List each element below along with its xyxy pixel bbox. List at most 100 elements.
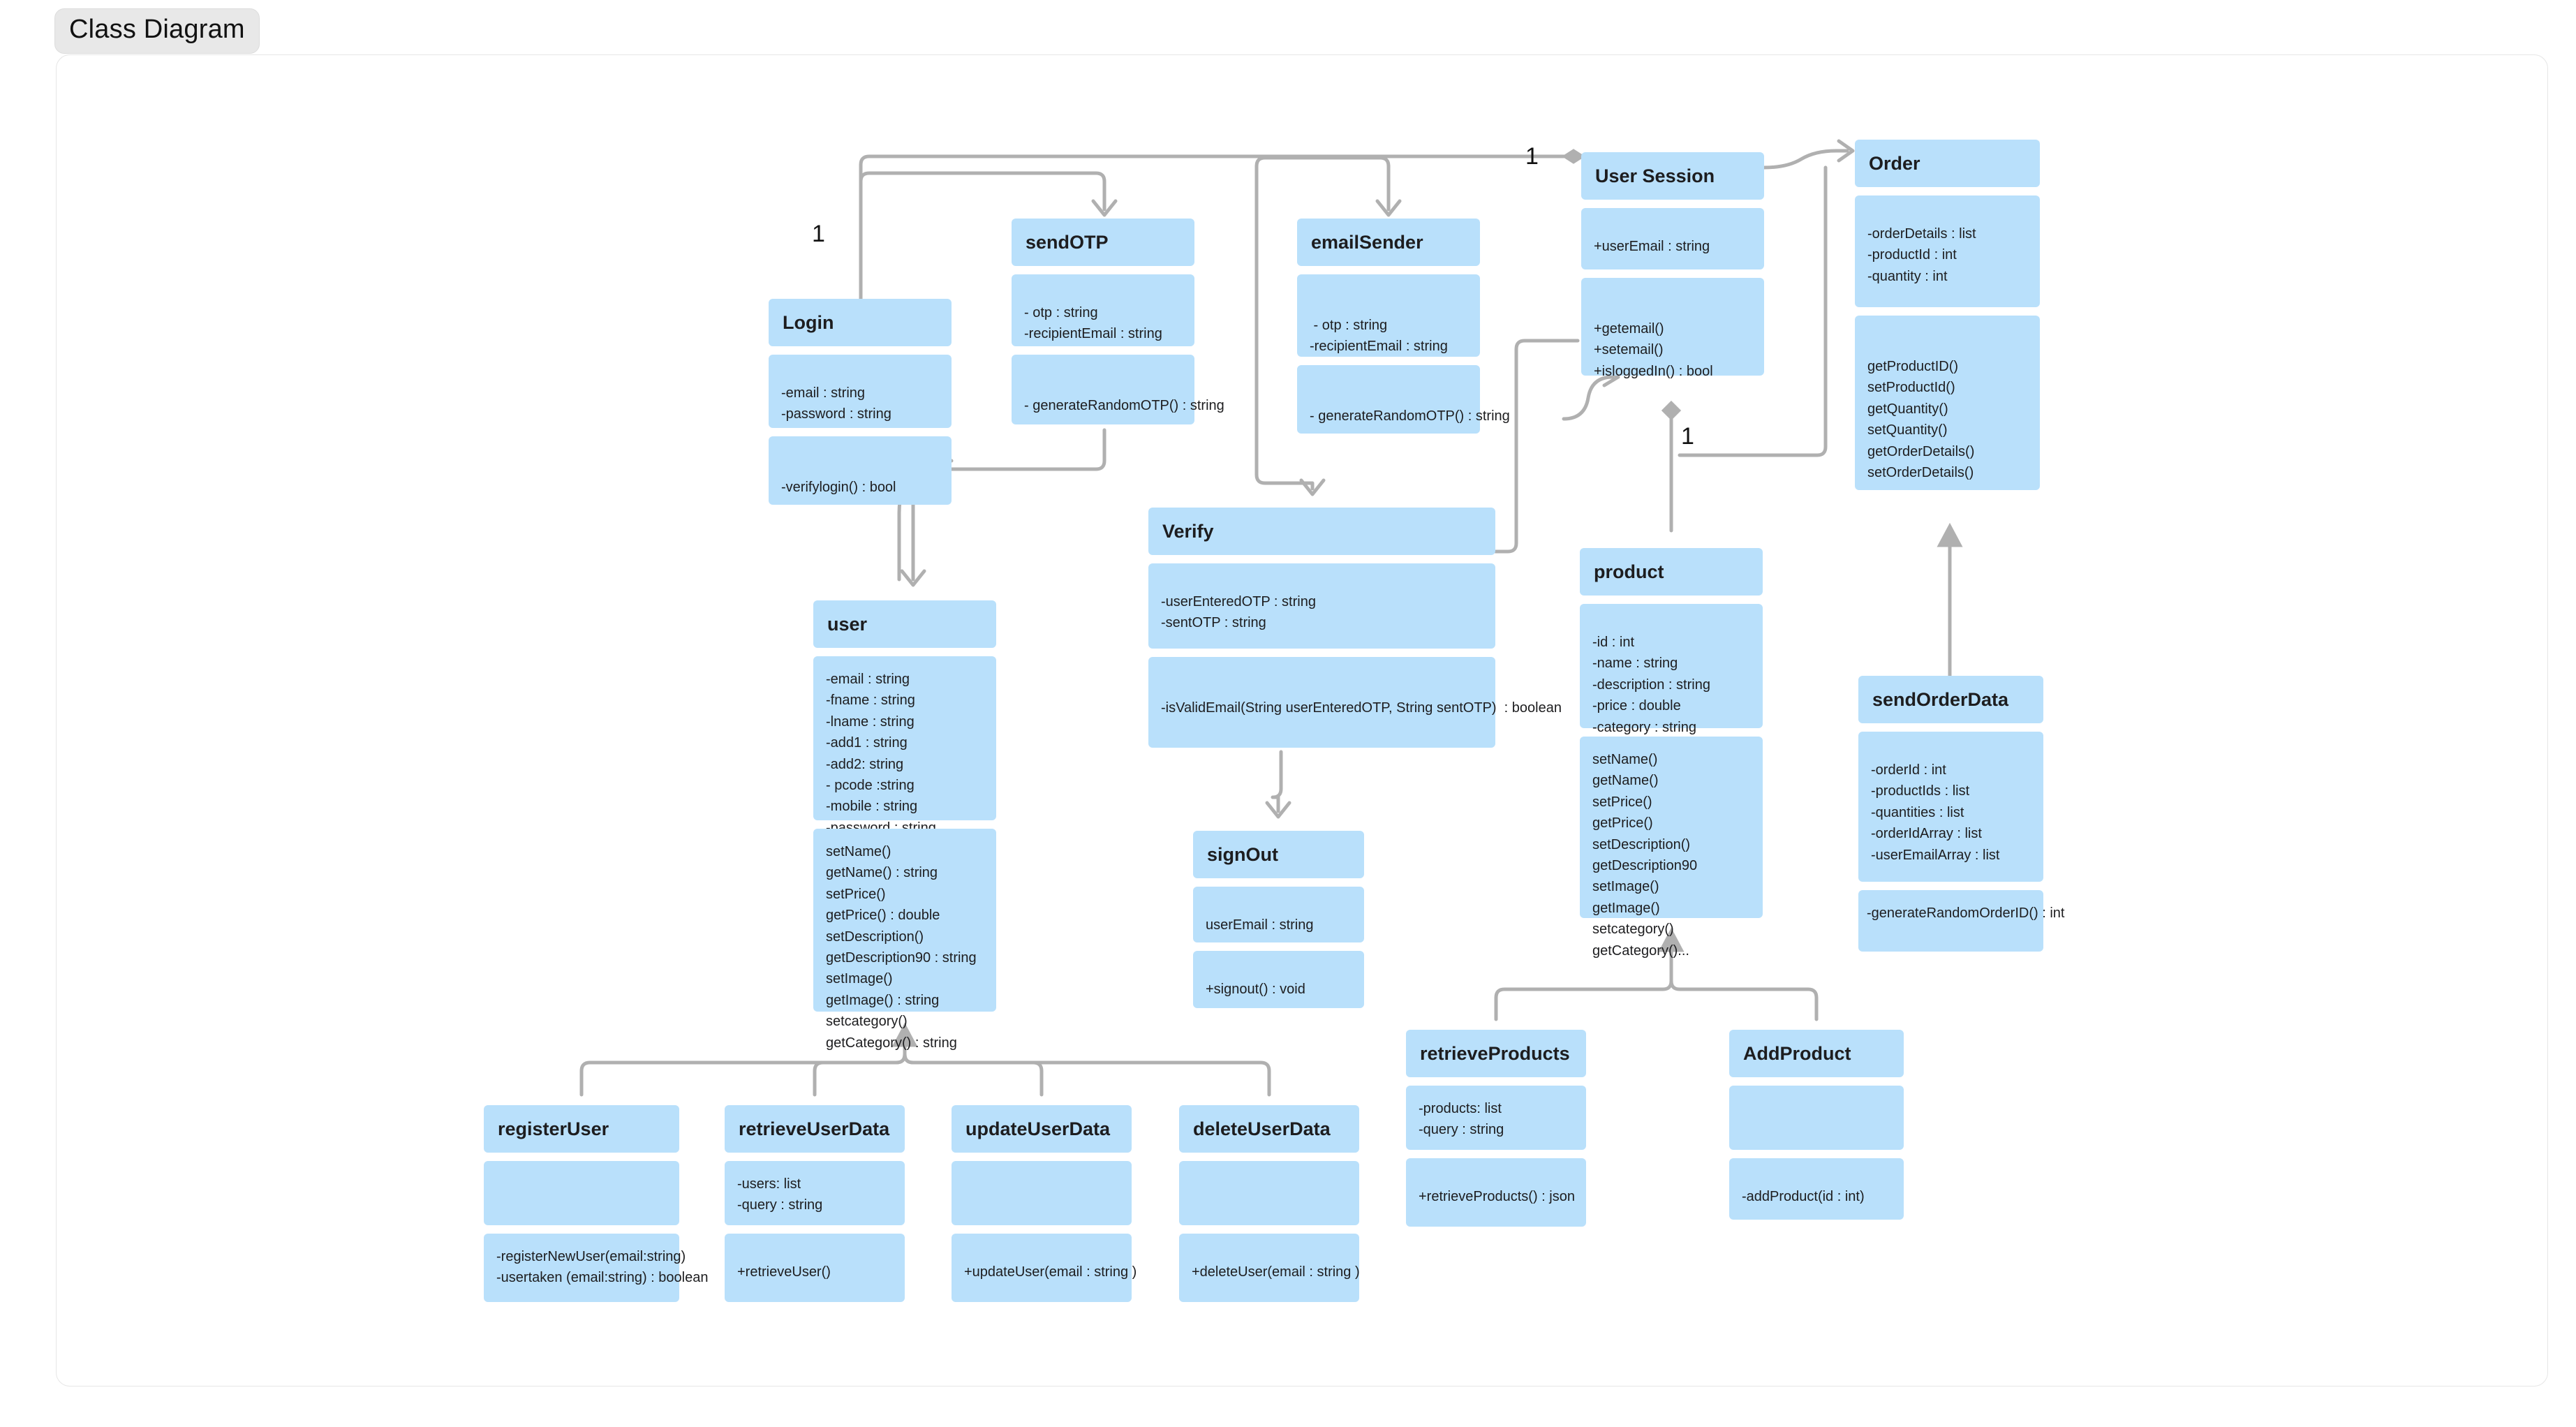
class-methods-retrieveuserdata: +retrieveUser() xyxy=(725,1234,905,1302)
class-methods-emailsender: - generateRandomOTP() : string xyxy=(1297,365,1510,434)
attribute-line: -email : string xyxy=(781,385,866,401)
method-line: -registerNewUser(email:string) xyxy=(496,1249,686,1264)
class-name-updateuserdata: updateUserData xyxy=(952,1105,1132,1153)
attribute-line: - otp : string xyxy=(1024,305,1098,320)
attribute-line: -fname : string xyxy=(826,693,915,709)
class-methods-deleteuserdata: +deleteUser(email : string ) xyxy=(1179,1234,1360,1302)
class-name-retrieveproducts: retrieveProducts xyxy=(1406,1030,1586,1077)
class-name-registeruser: registerUser xyxy=(484,1105,679,1153)
method-line: setPrice() xyxy=(1592,794,1652,810)
class-attributes-deleteuserdata xyxy=(1179,1161,1359,1225)
class-methods-user: setName() getName() : string setPrice() get… xyxy=(813,829,996,1051)
method-line: getName() : string xyxy=(826,865,938,881)
class-attributes-order: -orderDetails : list -productId : int -qua… xyxy=(1855,195,2040,307)
attribute-line: -query : string xyxy=(737,1197,823,1213)
attribute-line: -orderIdArray : list xyxy=(1871,826,1982,842)
method-line: setProductId() xyxy=(1867,380,1955,396)
method-line: setQuantity() xyxy=(1867,422,1948,438)
attribute-line: -add1 : string xyxy=(826,735,908,751)
method-line: setName() xyxy=(826,844,891,859)
method-line: +getemail() xyxy=(1594,321,1664,337)
attribute-line: -category : string xyxy=(1592,719,1696,735)
class-name-product: product xyxy=(1580,548,1763,596)
class-attributes-product: -id : int -name : string -description : st… xyxy=(1580,604,1763,756)
class-attributes-signout: userEmail : string xyxy=(1193,887,1364,942)
attribute-line: -sentOTP : string xyxy=(1161,615,1266,631)
attribute-line: -add2: string xyxy=(826,756,904,772)
class-name-sendotp: sendOTP xyxy=(1012,219,1194,266)
attribute-line: -productIds : list xyxy=(1871,783,1970,799)
method-line: +retrieveUser() xyxy=(737,1264,831,1280)
method-line: -verifylogin() : bool xyxy=(781,480,896,495)
method-line: +retrieveProducts() : json xyxy=(1419,1189,1575,1204)
method-line: setcategory() xyxy=(1592,922,1674,938)
attribute-line: -email : string xyxy=(826,672,910,687)
class-methods-usersession: +getemail() +setemail() +isloggedIn() : bo… xyxy=(1581,278,1764,379)
method-line: -isValidEmail(String userEnteredOTP, Str… xyxy=(1161,700,1562,716)
class-methods-addproduct: -addProduct(id : int) xyxy=(1729,1158,1904,1220)
method-line: setDescription() xyxy=(1592,836,1691,852)
attribute-line: -recipientEmail : string xyxy=(1024,326,1162,342)
attribute-line: -products: list xyxy=(1419,1101,1502,1116)
method-line: getOrderDetails() xyxy=(1867,443,1975,459)
attribute-line: -quantities : list xyxy=(1871,804,1964,820)
attribute-line: -price : double xyxy=(1592,698,1681,714)
class-attributes-retrieveuserdata: -users: list -query : string xyxy=(725,1161,905,1225)
method-line: +signout() : void xyxy=(1206,982,1305,997)
class-name-usersession: User Session xyxy=(1581,152,1764,200)
method-line: +isloggedIn() : bool xyxy=(1594,363,1713,379)
method-line: getName() xyxy=(1592,773,1659,789)
attribute-line: -recipientEmail : string xyxy=(1310,339,1448,355)
class-attributes-usersession: +userEmail : string xyxy=(1581,208,1764,269)
class-methods-signout: +signout() : void xyxy=(1193,951,1364,1008)
class-attributes-registeruser xyxy=(484,1161,679,1225)
method-line: +setemail() xyxy=(1594,342,1664,358)
method-line: getImage() xyxy=(1592,900,1660,916)
class-methods-retrieveproducts: +retrieveProducts() : json xyxy=(1406,1158,1586,1227)
attribute-line: -orderId : int xyxy=(1871,762,1946,778)
class-methods-sendorderdata: -generateRandomOrderID() : int xyxy=(1858,890,2065,952)
class-diagram-page: Class Diagram Login -email: string -pas… xyxy=(0,0,2576,1427)
attribute-line: -name : string xyxy=(1592,656,1678,672)
class-methods-product: setName() getName() setPrice() getPrice() se… xyxy=(1580,737,1763,959)
attribute-line: -query : string xyxy=(1419,1122,1504,1138)
attribute-line: -id : int xyxy=(1592,635,1635,650)
class-methods-registeruser: -registerNewUser(email:string) -usertaken… xyxy=(484,1234,708,1302)
class-attributes-addproduct xyxy=(1729,1086,1904,1150)
class-name-sendorderdata: sendOrderData xyxy=(1858,676,2043,723)
class-name-retrieveuserdata: retrieveUserData xyxy=(725,1105,905,1153)
method-line: getDescription90 : string xyxy=(826,949,977,966)
method-line: getQuantity() xyxy=(1867,401,1948,417)
class-attributes-sendorderdata: -orderId : int -productIds : list -quantit… xyxy=(1858,732,2043,882)
method-line: getPrice() : double xyxy=(826,908,940,924)
method-line: setPrice() xyxy=(826,886,886,902)
class-attributes-emailsender: - otp : string -recipientEmail : string xyxy=(1297,274,1480,357)
method-line: - generateRandomOTP() : string xyxy=(1310,408,1510,424)
method-line: +deleteUser(email : string ) xyxy=(1192,1264,1360,1280)
attribute-line: -description : string xyxy=(1592,676,1710,693)
method-line: setImage() xyxy=(826,971,893,987)
class-name-addproduct: AddProduct xyxy=(1729,1030,1904,1077)
class-attributes-sendotp: - otp : string -recipientEmail : string xyxy=(1012,274,1194,346)
attribute-line: - otp : string xyxy=(1310,318,1388,333)
method-line: setImage() xyxy=(1592,879,1659,895)
attribute-line: userEmail : string xyxy=(1206,917,1314,933)
class-name-user: user xyxy=(813,600,996,648)
method-line: getCategory() : string xyxy=(826,1035,957,1051)
method-line: - generateRandomOTP() : string xyxy=(1024,398,1224,413)
class-attributes-user: -email : string -fname : string -lname : s… xyxy=(813,656,996,857)
attribute-line: -lname : string xyxy=(826,714,915,730)
attribute-line: -productId : int xyxy=(1867,247,1957,263)
class-name-deleteuserdata: deleteUserData xyxy=(1179,1105,1359,1153)
method-line: -generateRandomOrderID() : int xyxy=(1867,905,2065,921)
class-attributes-retrieveproducts: -products: list -query : string xyxy=(1406,1086,1586,1150)
attribute-line: -password : string xyxy=(781,406,891,422)
class-methods-verify: -isValidEmail(String userEnteredOTP, Str… xyxy=(1148,657,1562,748)
page-title: Class Diagram xyxy=(54,8,260,54)
method-line: setName() xyxy=(1592,752,1658,767)
attribute-line: -mobile : string xyxy=(826,799,918,815)
attribute-line: -quantity : int xyxy=(1867,268,1948,284)
class-name-emailsender: emailSender xyxy=(1297,219,1480,266)
mult-usersession-order: 1 xyxy=(1525,143,1539,170)
attribute-line: -orderDetails : list xyxy=(1867,226,1976,242)
